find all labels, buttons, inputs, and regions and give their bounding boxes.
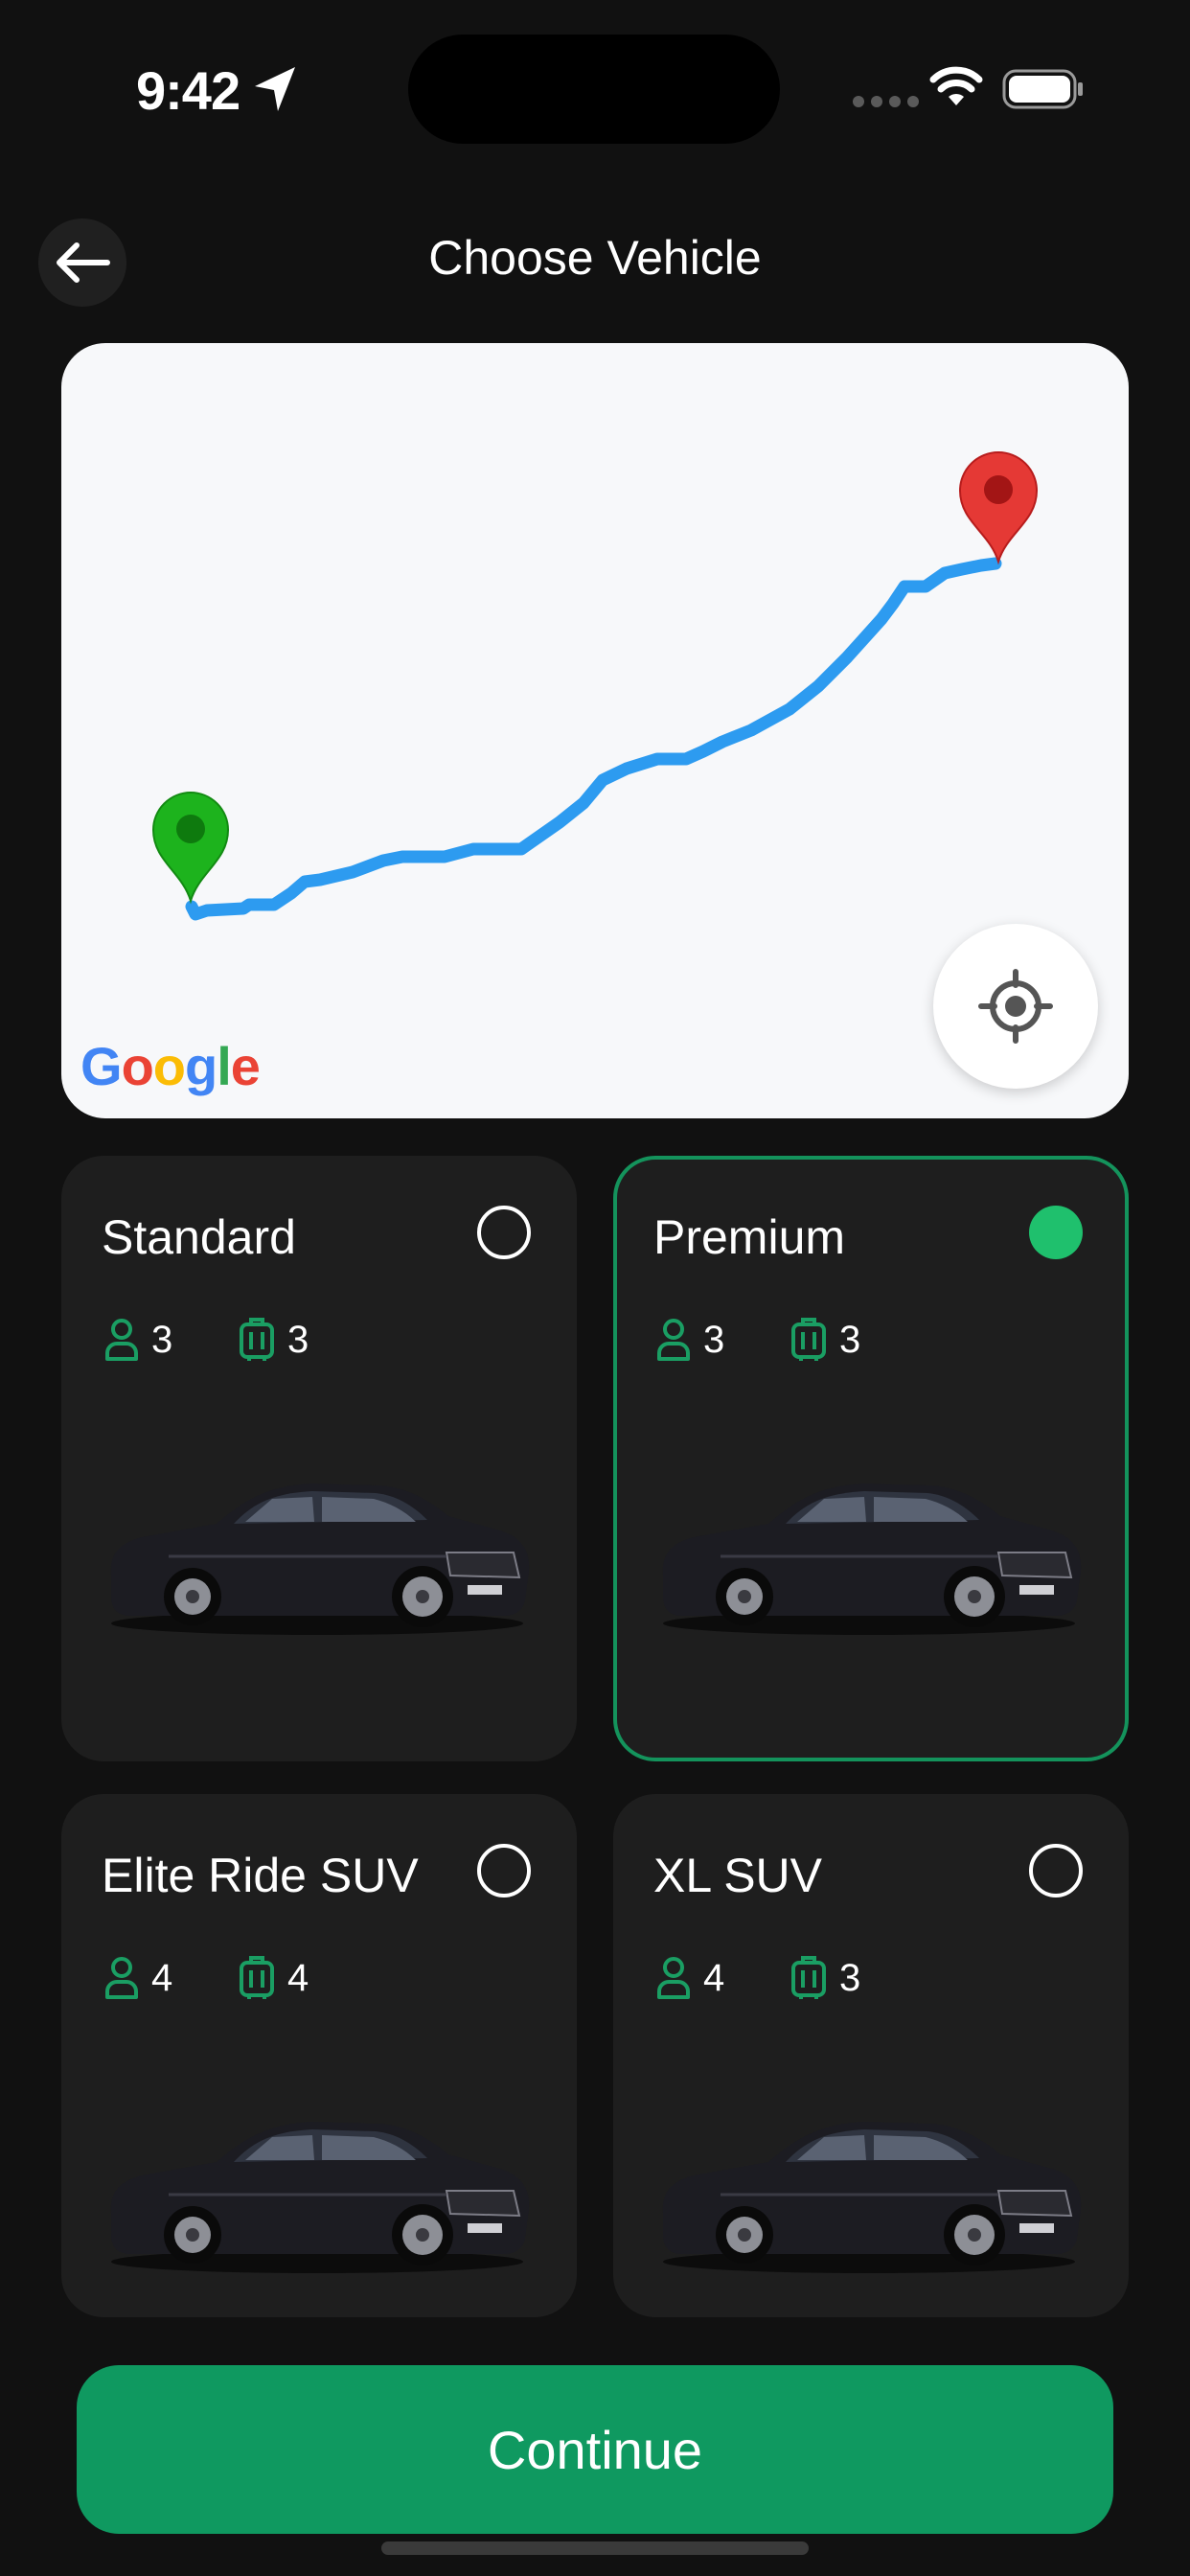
cellular-signal-icon [853, 96, 919, 107]
vehicle-name: Elite Ride SUV [102, 1849, 419, 1902]
person-icon [657, 1319, 690, 1361]
luggage-capacity: 3 [790, 1955, 860, 2001]
home-indicator [381, 2542, 809, 2555]
vehicle-card-standard[interactable]: Standard 3 3 [61, 1156, 577, 1761]
vehicle-card-elite-ride-suv[interactable]: Elite Ride SUV 4 4 [61, 1794, 577, 2317]
luggage-icon [240, 1318, 274, 1361]
luggage-capacity: 4 [238, 1955, 309, 2001]
sedan-car-image [110, 2122, 530, 2273]
dynamic-island [408, 34, 780, 144]
person-icon [657, 1957, 690, 1999]
my-location-button[interactable] [933, 924, 1098, 1089]
radio-button[interactable] [477, 1844, 531, 1898]
battery-icon [1002, 69, 1083, 109]
continue-button[interactable]: Continue [77, 2365, 1113, 2534]
passenger-capacity: 4 [655, 1955, 724, 2001]
google-logo: Google [80, 1036, 261, 1096]
route-map[interactable]: Google [61, 343, 1129, 1118]
radio-button-selected[interactable] [1029, 1206, 1083, 1259]
origin-pin-icon [151, 792, 230, 905]
luggage-icon [791, 1956, 826, 1999]
luggage-icon [791, 1318, 826, 1361]
passenger-capacity: 4 [103, 1955, 172, 2001]
wifi-icon [929, 66, 983, 105]
radio-button[interactable] [477, 1206, 531, 1259]
vehicle-name: Premium [653, 1210, 846, 1264]
passenger-capacity: 3 [655, 1317, 724, 1363]
status-time: 9:42 [136, 60, 240, 121]
sedan-car-image [110, 1484, 530, 1635]
vehicle-card-premium[interactable]: Premium 3 3 [613, 1156, 1129, 1761]
radio-button[interactable] [1029, 1844, 1083, 1898]
location-arrow-icon [255, 67, 295, 111]
person-icon [105, 1957, 138, 1999]
page-title: Choose Vehicle [428, 231, 762, 285]
person-icon [105, 1319, 138, 1361]
sedan-car-image [662, 2122, 1082, 2273]
luggage-capacity: 3 [790, 1317, 860, 1363]
luggage-icon [240, 1956, 274, 1999]
destination-pin-icon [958, 451, 1039, 565]
vehicle-name: Standard [102, 1210, 296, 1264]
vehicle-card-xl-suv[interactable]: XL SUV 4 3 [613, 1794, 1129, 2317]
sedan-car-image [662, 1484, 1082, 1635]
luggage-capacity: 3 [238, 1317, 309, 1363]
crosshair-icon [978, 969, 1053, 1044]
vehicle-name: XL SUV [653, 1849, 823, 1902]
passenger-capacity: 3 [103, 1317, 172, 1363]
